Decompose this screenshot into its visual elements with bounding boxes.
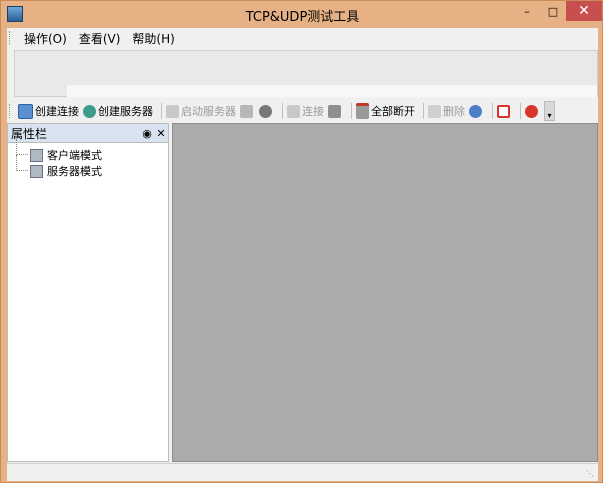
create-server-label: 创建服务器 [98,105,153,118]
create-connection-button[interactable]: 创建连接 [18,103,79,119]
disconnect-icon [328,104,341,118]
pin-icon[interactable]: ◉ [140,127,154,140]
disconnect-button[interactable] [328,104,343,118]
properties-panel: 属性栏 ◉ ✕ 客户端模式 服务器模式 [7,123,169,462]
gear-icon [469,104,482,118]
new-connection-icon [18,103,33,119]
toolbar-separator [161,103,162,119]
toolbar-separator [282,103,283,119]
tree-connector [16,139,28,155]
menu-help[interactable]: 帮助(H) [126,30,180,47]
resize-grip-icon[interactable]: ⋱ [586,469,596,479]
start-server-button[interactable]: 启动服务器 [166,103,236,119]
workspace-area [172,123,598,462]
connect-button[interactable]: 连接 [287,103,324,119]
record-icon [497,104,510,118]
toolbar-grip-icon[interactable] [9,104,14,118]
connect-label: 连接 [302,105,324,118]
server-mode-icon [30,164,43,178]
status-bar: ⋱ [7,463,598,481]
toolbar-overflow-chevron-icon[interactable]: ▾ [544,101,555,121]
delete-label: 删除 [443,105,465,118]
record-button[interactable] [497,104,512,118]
cancel-button[interactable] [259,104,274,118]
client-area: 操作(O) 查看(V) 帮助(H) 创建连接 创建服务器 启动服务器 连接 全部… [7,28,598,481]
minimize-button[interactable]: – [514,1,540,21]
tree-item-client-mode[interactable]: 客户端模式 [8,139,168,163]
exit-icon [525,104,538,118]
client-mode-icon [30,148,43,162]
menu-view[interactable]: 查看(V) [73,30,127,47]
start-server-label: 启动服务器 [181,105,236,118]
stop-server-button[interactable] [240,104,255,118]
app-window: TCP&UDP测试工具 – □ ✕ 操作(O) 查看(V) 帮助(H) 创建连接… [0,0,603,483]
tree-item-label: 服务器模式 [47,165,102,178]
title-bar[interactable]: TCP&UDP测试工具 – □ ✕ [1,1,604,27]
server-stop-icon [240,104,253,118]
top-panel [14,50,598,97]
tree-item-label: 客户端模式 [47,149,102,162]
tree-connector [16,155,28,171]
toolbar-separator [520,103,521,119]
exit-button[interactable] [525,104,540,118]
menu-bar: 操作(O) 查看(V) 帮助(H) [7,28,598,48]
globe-icon [83,104,96,118]
create-server-button[interactable]: 创建服务器 [83,103,153,119]
close-button[interactable]: ✕ [566,1,602,21]
properties-title: 属性栏 [11,126,48,141]
disconnect-all-button[interactable]: 全部断开 [356,103,415,119]
delete-button[interactable]: 删除 [428,103,465,119]
close-panel-icon[interactable]: ✕ [154,127,168,140]
maximize-button[interactable]: □ [540,1,566,21]
toolbar-separator [351,103,352,119]
delete-icon [428,104,441,118]
menu-operation[interactable]: 操作(O) [18,30,73,47]
cancel-icon [259,104,272,118]
mode-tree: 客户端模式 服务器模式 [8,139,168,179]
top-panel-inner [67,85,597,97]
server-start-icon [166,104,179,118]
disconnect-all-label: 全部断开 [371,105,415,118]
toolbar-separator [423,103,424,119]
disconnect-all-icon [356,103,369,119]
connect-icon [287,104,300,118]
toolbar-separator [492,103,493,119]
menubar-grip-icon[interactable] [9,31,14,45]
create-connection-label: 创建连接 [35,105,79,118]
properties-header: 属性栏 ◉ ✕ [8,124,168,143]
settings-button[interactable] [469,104,484,118]
toolbar: 创建连接 创建服务器 启动服务器 连接 全部断开 删除 ▾ [7,100,598,122]
tree-item-server-mode[interactable]: 服务器模式 [8,155,168,179]
